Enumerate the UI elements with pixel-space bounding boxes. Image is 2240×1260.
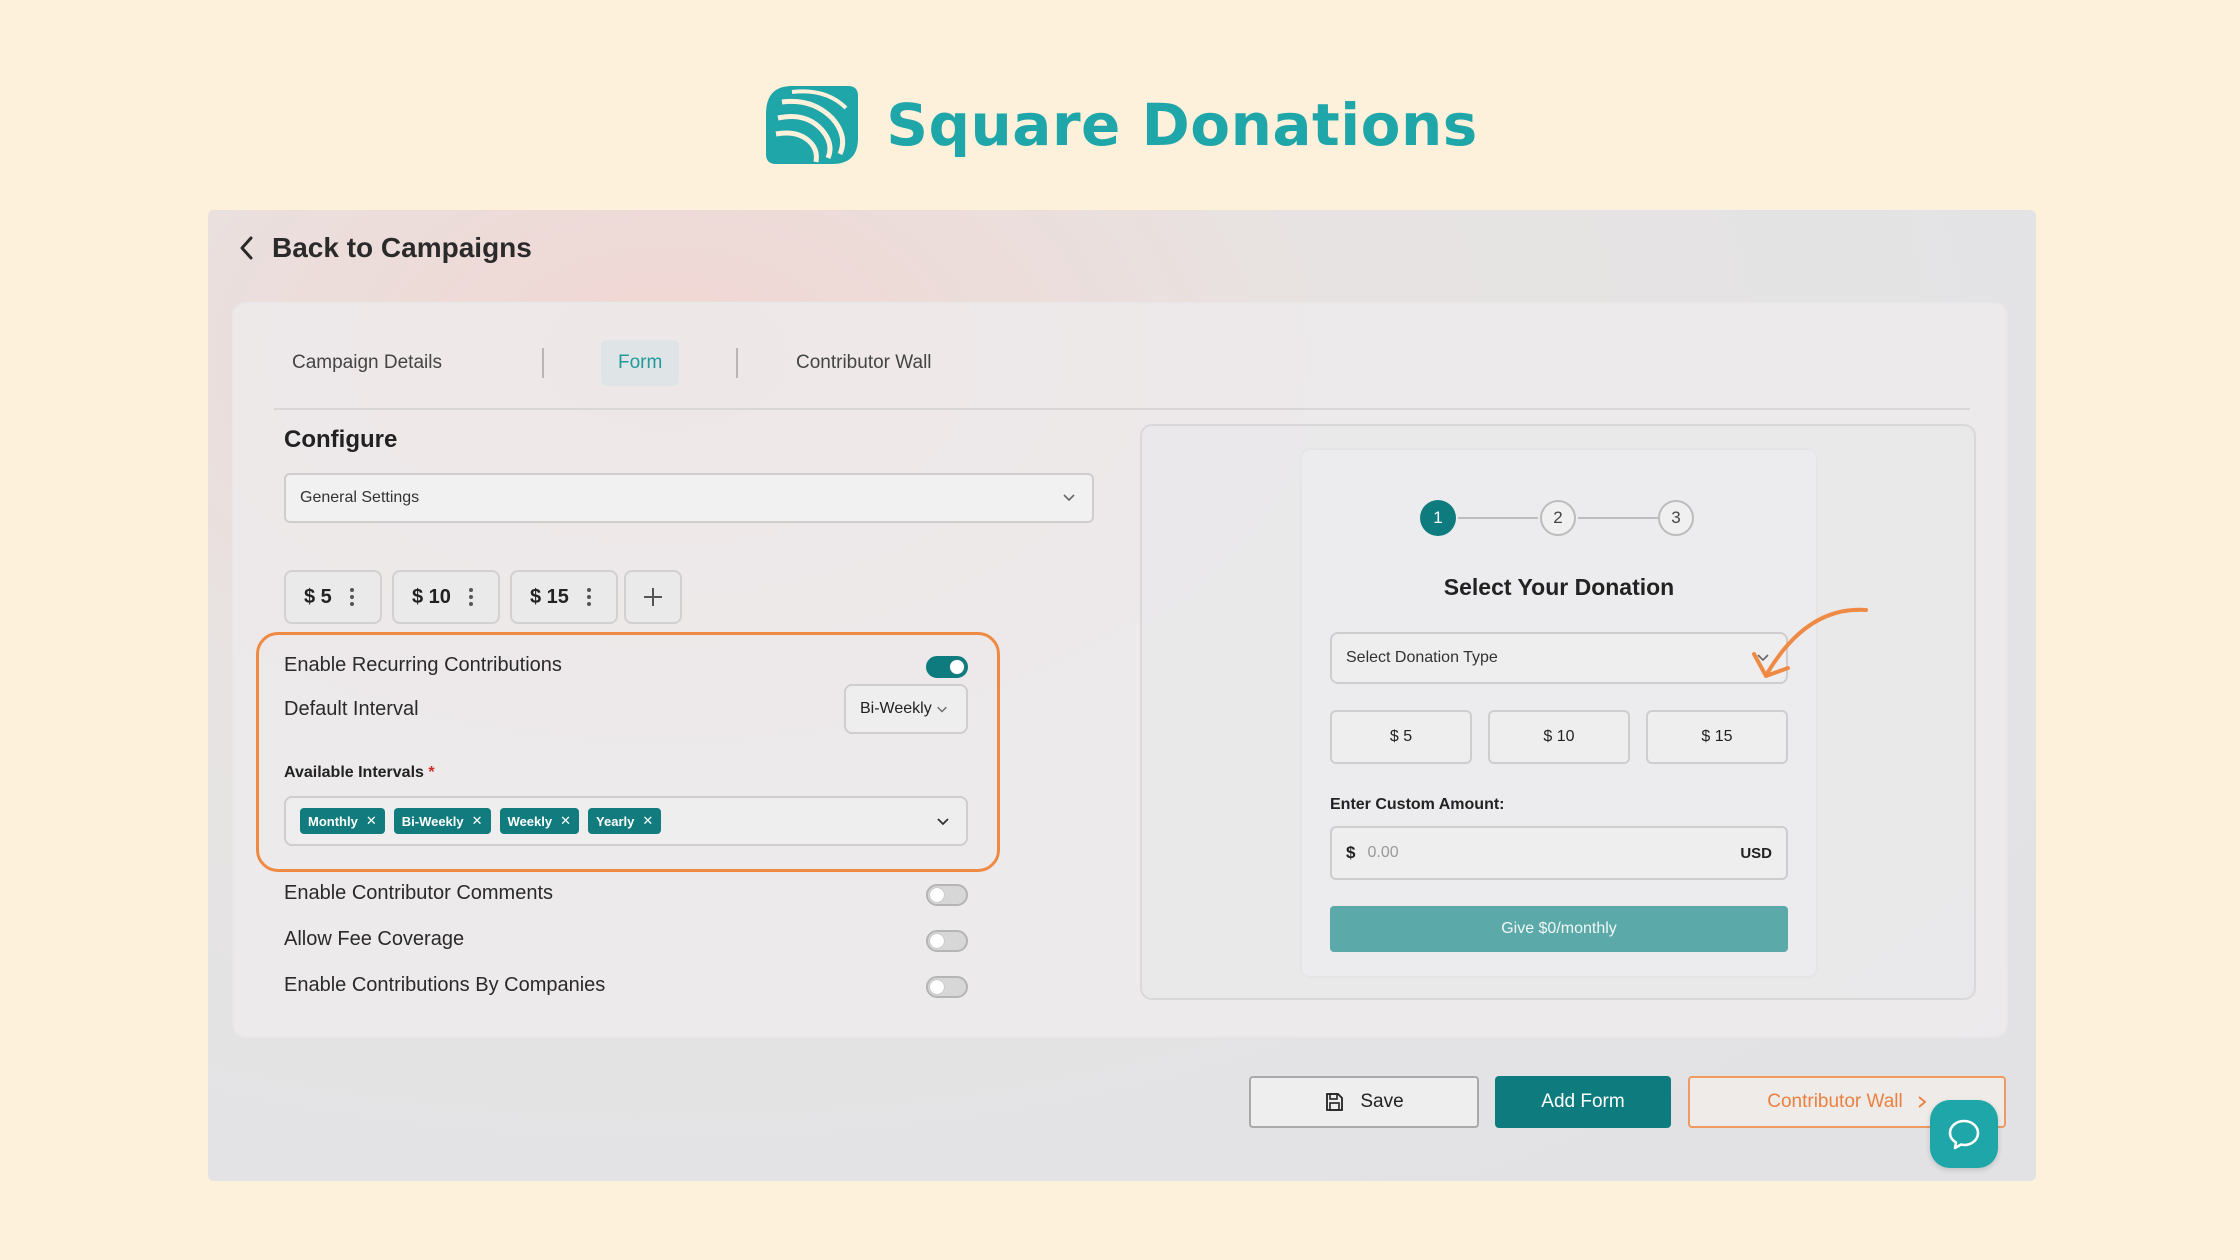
amount-chip-label: $ 10 [412,585,451,608]
required-mark: * [428,764,435,781]
interval-tag-label: Monthly [308,813,358,829]
donation-type-select[interactable]: Select Donation Type [1330,632,1788,684]
add-amount-button[interactable] [624,570,682,624]
donation-form-preview: 1 2 3 Select Your Donation Select Donati… [1302,450,1816,976]
recurring-contributions-toggle[interactable] [926,656,968,678]
fee-coverage-label: Allow Fee Coverage [284,928,465,950]
back-label: Back to Campaigns [272,232,532,263]
amount-chip-label: $ 15 [530,585,569,608]
save-label: Save [1360,1091,1404,1112]
contributor-wall-label: Contributor Wall [1767,1091,1903,1112]
configure-title: Configure [284,426,398,453]
interval-tag: Yearly ✕ [588,808,662,834]
remove-tag-icon[interactable]: ✕ [560,813,571,829]
amount-chip-label: $ 5 [304,585,332,608]
interval-tag: Bi-Weekly ✕ [393,808,491,834]
save-floppy-icon [1326,1093,1344,1111]
tab-contributor-wall[interactable]: Contributor Wall [796,340,932,386]
kebab-menu-icon[interactable] [468,588,473,606]
settings-section-select[interactable]: General Settings [284,473,1094,523]
tab-form[interactable]: Form [601,340,680,386]
amount-chip[interactable]: $ 15 [510,570,618,624]
custom-amount-label: Enter Custom Amount: [1330,796,1505,813]
amount-chip[interactable]: $ 5 [284,570,382,624]
default-interval-value: Bi-Weekly [860,700,932,717]
interval-tag: Weekly ✕ [499,808,580,834]
available-intervals-text: Available Intervals [284,764,424,781]
brand-name: Square Donations [886,91,1478,159]
give-button[interactable]: Give $0/monthly [1330,906,1788,952]
available-intervals-multiselect[interactable]: Monthly ✕ Bi-Weekly ✕ Weekly ✕ Yearly ✕ [284,796,968,846]
default-interval-label: Default Interval [284,698,419,720]
chevron-right-icon [1918,1096,1927,1108]
tab-divider [736,348,738,378]
chevron-left-icon [240,236,253,260]
step-indicator: 3 [1658,500,1694,536]
amount-chip[interactable]: $ 10 [392,570,500,624]
preview-amount-button[interactable]: $ 15 [1646,710,1788,764]
chat-support-button[interactable] [1930,1100,1998,1168]
save-button[interactable]: Save [1249,1076,1479,1128]
step-connector [1578,517,1658,519]
curved-arrow-icon [1752,607,1868,678]
interval-tag-label: Weekly [507,813,553,829]
remove-tag-icon[interactable]: ✕ [366,813,377,829]
chevron-down-icon [1063,494,1075,502]
currency-code: USD [1740,844,1772,862]
tab-divider [542,348,544,378]
available-intervals-label: Available Intervals * [284,764,435,782]
app-window: Back to Campaigns Campaign Details Form … [208,210,2036,1181]
custom-amount-placeholder: 0.00 [1367,844,1399,861]
remove-tag-icon[interactable]: ✕ [642,813,653,829]
brand-header: Square Donations [0,78,2240,172]
preview-title: Select Your Donation [1443,574,1675,600]
kebab-menu-icon[interactable] [586,588,591,606]
settings-section-value: General Settings [300,489,420,506]
square-donations-logo-icon [766,86,859,164]
chat-bubble-icon [1948,1119,1980,1150]
kebab-menu-icon[interactable] [349,588,354,606]
remove-tag-icon[interactable]: ✕ [472,813,483,829]
custom-amount-input[interactable]: $ 0.00 USD [1330,826,1788,880]
currency-symbol: $ [1346,843,1356,862]
contributor-comments-label: Enable Contributor Comments [284,882,554,904]
step-connector [1458,517,1538,519]
interval-tag-label: Yearly [596,813,635,829]
back-to-campaigns-link[interactable]: Back to Campaigns [236,232,532,264]
interval-tag: Monthly ✕ [300,808,385,834]
chevron-down-icon[interactable] [936,814,950,828]
donation-type-placeholder: Select Donation Type [1346,649,1498,666]
preview-amount-button[interactable]: $ 10 [1488,710,1630,764]
add-form-button[interactable]: Add Form [1495,1076,1671,1128]
interval-tag-label: Bi-Weekly [401,813,464,829]
form-preview-panel: 1 2 3 Select Your Donation Select Donati… [1140,424,1976,1000]
tab-campaign-details[interactable]: Campaign Details [292,340,442,386]
default-interval-select[interactable]: Bi-Weekly [844,684,968,734]
company-contributions-label: Enable Contributions By Companies [284,974,606,996]
step-indicator-active: 1 [1420,500,1456,536]
plus-icon [644,588,662,606]
tab-bar: Campaign Details Form Contributor Wall [274,340,1970,410]
campaign-editor-card: Campaign Details Form Contributor Wall C… [232,302,2008,1038]
step-indicator: 2 [1540,500,1576,536]
fee-coverage-toggle[interactable] [926,930,968,952]
chevron-down-icon [936,706,947,713]
preview-amount-button[interactable]: $ 5 [1330,710,1472,764]
company-contributions-toggle[interactable] [926,976,968,998]
recurring-contributions-label: Enable Recurring Contributions [284,654,562,676]
contributor-comments-toggle[interactable] [926,884,968,906]
